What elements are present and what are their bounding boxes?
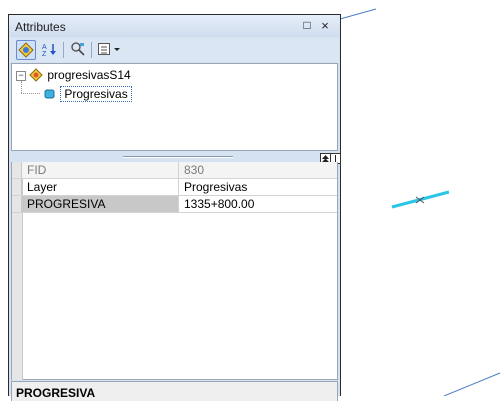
layer-icon [29,68,43,82]
panel-splitter[interactable] [11,152,341,164]
sort-ascending-icon: A Z [42,44,56,58]
row-header [12,196,22,212]
table-row[interactable]: Layer Progresivas [12,179,337,196]
field-value-cell[interactable]: 830 [180,162,337,178]
toolbar-separator [63,42,64,58]
feature-name: Progresivas [60,86,132,102]
map-line-feature-bottom [443,372,501,396]
field-value-cell[interactable]: 1335+800.00 [180,196,337,212]
list-by-layer-icon [18,42,34,58]
field-name-cell: PROGRESIVA [22,196,179,212]
svg-text:A: A [42,44,47,51]
field-name-cell: FID [22,162,179,178]
options-icon [98,43,120,55]
table-row[interactable]: PROGRESIVA 1335+800.00 [12,196,337,213]
row-header [12,162,22,178]
layer-name: progresivasS14 [47,68,131,82]
toolbar-separator [91,42,92,58]
tree-connector [21,93,40,94]
collapse-toggle[interactable]: − [16,71,26,81]
tree-connector [21,81,22,93]
field-name-cell: Layer [22,179,179,195]
row-header [12,179,22,195]
attributes-grid: FID 830 Layer Progresivas PROGRESIVA 133… [11,162,338,380]
field-description-label: PROGRESIVA [16,386,96,400]
feature-icon [44,89,55,99]
select-features-icon [71,42,85,56]
splitter-grip [123,156,233,158]
svg-text:Z: Z [42,51,47,57]
field-value-cell[interactable]: Progresivas [180,179,337,195]
list-by-layer-button[interactable] [16,40,36,60]
restore-button[interactable]: □ [300,18,314,33]
window-titlebar[interactable]: Attributes □ × [9,15,340,37]
select-features-button[interactable] [68,40,88,60]
window-title: Attributes [15,20,66,34]
feature-tree: − progresivasS14 Progresivas [11,63,338,151]
map-line-feature-top [339,8,377,20]
attributes-toolbar: A Z [10,38,339,62]
close-button[interactable]: × [318,18,332,33]
table-row[interactable]: FID 830 [12,162,337,179]
sort-ascending-button[interactable]: A Z [39,40,59,60]
options-button[interactable] [96,40,124,60]
field-description-panel: PROGRESIVA [11,381,338,401]
attributes-window: Attributes □ × A Z − progresivasS14 Prog… [8,14,341,401]
tree-node-layer[interactable]: progresivasS14 [28,68,131,82]
tree-node-feature[interactable]: Progresivas [43,86,132,102]
